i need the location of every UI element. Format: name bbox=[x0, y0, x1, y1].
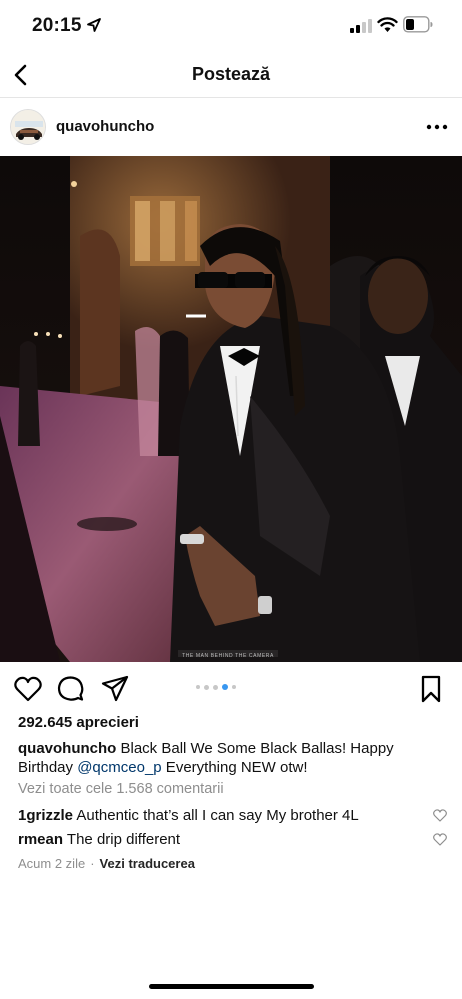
carousel-dot bbox=[204, 684, 209, 690]
carousel-dot-active bbox=[222, 684, 228, 690]
status-time: 20:15 bbox=[32, 15, 82, 36]
comment-like-heart-icon[interactable] bbox=[433, 833, 447, 846]
post-timestamp: Acum 2 zile bbox=[18, 856, 86, 871]
more-horizontal-icon[interactable] bbox=[426, 123, 448, 131]
heart-icon[interactable] bbox=[14, 676, 42, 702]
comment-text: Authentic that’s all I can say My brothe… bbox=[73, 807, 359, 824]
caption-username[interactable]: quavohuncho bbox=[18, 740, 116, 757]
status-bar: 20:15 bbox=[0, 0, 462, 54]
battery-icon bbox=[403, 16, 433, 33]
likes-count[interactable]: 292.645 aprecieri bbox=[18, 714, 139, 731]
navigation-bar: Postează bbox=[0, 54, 462, 98]
carousel-dot bbox=[232, 685, 236, 689]
share-icon[interactable] bbox=[101, 675, 129, 702]
caption-text-end: Everything NEW otw! bbox=[161, 759, 308, 776]
post-caption: quavohuncho Black Ball We Some Black Bal… bbox=[18, 739, 448, 777]
comment-like-heart-icon[interactable] bbox=[433, 809, 447, 822]
comment-item: rmean The drip different bbox=[18, 831, 448, 848]
comment-icon[interactable] bbox=[57, 675, 84, 702]
home-indicator bbox=[149, 984, 314, 989]
image-watermark: THE MAN BEHIND THE CAMERA bbox=[182, 653, 274, 659]
caption-mention[interactable]: @qcmceo_p bbox=[77, 759, 161, 776]
page-title: Postează bbox=[191, 64, 271, 84]
comment-username[interactable]: 1grizzle bbox=[18, 807, 73, 824]
wifi-icon bbox=[377, 17, 398, 32]
carousel-dot bbox=[196, 685, 200, 689]
carousel-dot bbox=[213, 684, 218, 690]
avatar[interactable] bbox=[10, 109, 46, 145]
signal-icon bbox=[350, 19, 372, 33]
post-header: quavohuncho bbox=[0, 99, 462, 156]
location-arrow-icon bbox=[87, 18, 101, 32]
bookmark-icon[interactable] bbox=[420, 675, 442, 703]
comment-item: 1grizzle Authentic that’s all I can say … bbox=[18, 807, 448, 824]
post-meta: Acum 2 zile · Vezi traducerea bbox=[18, 856, 195, 871]
view-all-comments-link[interactable]: Vezi toate cele 1.568 comentarii bbox=[18, 781, 224, 797]
post-action-bar bbox=[0, 662, 462, 712]
comment-username[interactable]: rmean bbox=[18, 831, 63, 848]
meta-separator: · bbox=[90, 856, 95, 871]
carousel-indicator bbox=[196, 684, 236, 690]
post-image[interactable]: THE MAN BEHIND THE CAMERA bbox=[0, 156, 462, 662]
see-translation-link[interactable]: Vezi traducerea bbox=[100, 856, 195, 871]
post-username[interactable]: quavohuncho bbox=[56, 118, 154, 135]
comment-text: The drip different bbox=[63, 831, 181, 848]
